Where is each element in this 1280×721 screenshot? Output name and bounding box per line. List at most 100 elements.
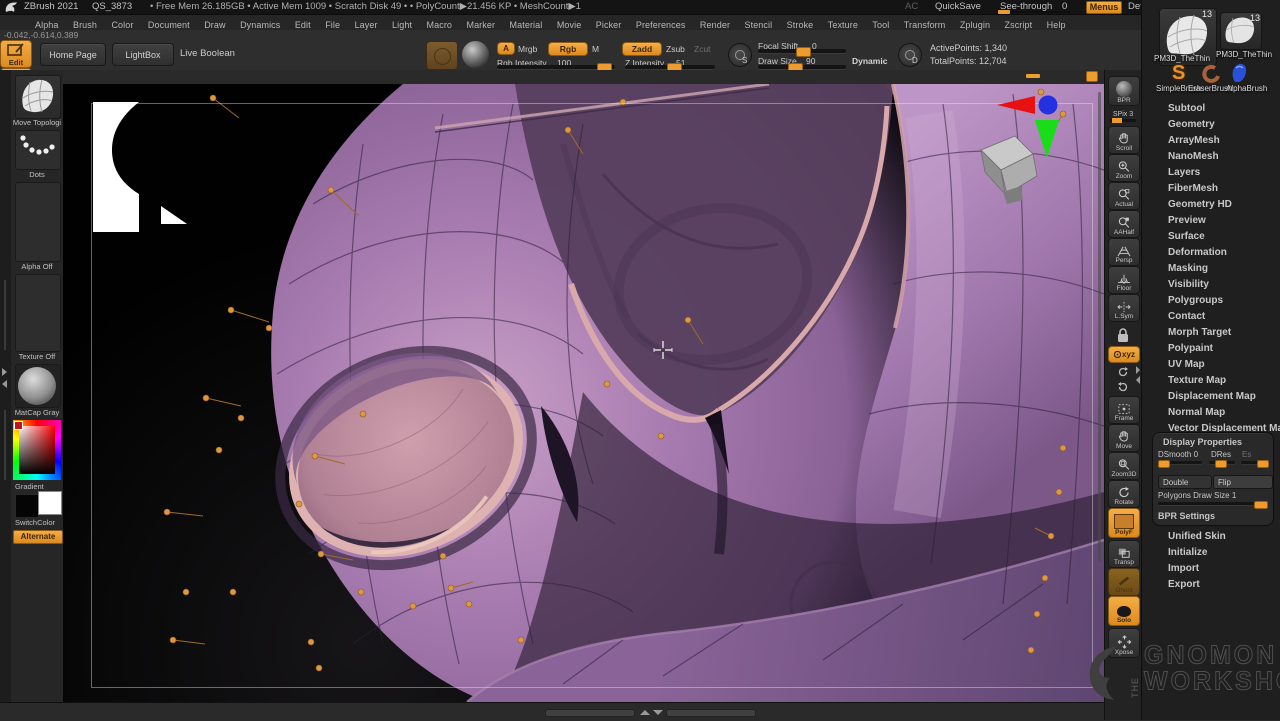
section-arraymesh[interactable]: ArrayMesh — [1168, 135, 1220, 146]
xyz-button[interactable]: xyz — [1108, 346, 1140, 363]
section-layers[interactable]: Layers — [1168, 167, 1200, 178]
dynamic-toggle[interactable]: Dynamic — [852, 56, 887, 66]
z-intensity-slider[interactable] — [625, 65, 715, 69]
section-fibermesh[interactable]: FiberMesh — [1168, 183, 1218, 194]
pds-handle[interactable] — [1254, 501, 1268, 509]
section-uv-map[interactable]: UV Map — [1168, 359, 1205, 370]
rgb-intensity-slider[interactable] — [497, 65, 615, 69]
rgb-button[interactable]: Rgb — [548, 42, 588, 56]
section-unified-skin[interactable]: Unified Skin — [1168, 531, 1226, 542]
tray-down-icon[interactable] — [653, 710, 663, 715]
section-surface[interactable]: Surface — [1168, 231, 1205, 242]
corner-orange-widget[interactable] — [1086, 71, 1098, 82]
es-handle[interactable] — [1257, 460, 1269, 468]
canvas-scrollbar-vertical[interactable] — [1098, 92, 1101, 562]
tray-up-icon[interactable] — [640, 710, 650, 715]
solo-button[interactable]: Solo — [1108, 596, 1140, 626]
simple-brush-icon[interactable]: S — [1172, 62, 1192, 84]
stroke-thumbnail[interactable] — [15, 130, 61, 170]
gizmo-z-axis-icon[interactable] — [1039, 96, 1058, 115]
section-contact[interactable]: Contact — [1168, 311, 1205, 322]
zsub-button[interactable]: Zsub — [666, 44, 685, 54]
eraser-brush-icon[interactable] — [1242, 62, 1262, 84]
quicksave-button[interactable]: QuickSave — [935, 1, 981, 12]
viewport-canvas[interactable] — [63, 84, 1104, 702]
menus-toggle-button[interactable]: Menus — [1086, 1, 1122, 14]
material-thumbnail[interactable] — [15, 364, 61, 408]
main-color-swatch[interactable] — [15, 494, 39, 518]
color-picker-square[interactable] — [19, 426, 55, 474]
zadd-button[interactable]: Zadd — [622, 42, 662, 56]
lightbox-button[interactable]: LightBox — [112, 43, 174, 66]
dsmooth-handle[interactable] — [1158, 460, 1170, 468]
shelf-divider-right-icon[interactable] — [1136, 366, 1140, 374]
section-subtool[interactable]: Subtool — [1168, 103, 1205, 114]
section-texture-map[interactable]: Texture Map — [1168, 375, 1226, 386]
section-export[interactable]: Export — [1168, 579, 1200, 590]
rotate-canvas-button[interactable]: Rotate — [1108, 480, 1140, 508]
spix-slider[interactable] — [1110, 119, 1136, 122]
section-geometry[interactable]: Geometry — [1168, 119, 1215, 130]
section-displacement-map[interactable]: Displacement Map — [1168, 391, 1256, 402]
home-page-button[interactable]: Home Page — [40, 43, 106, 66]
section-morph-target[interactable]: Morph Target — [1168, 327, 1231, 338]
spix-control[interactable]: SPix 3 — [1108, 106, 1138, 122]
aahalf-button[interactable]: AAHalf — [1108, 210, 1140, 238]
display-properties-title[interactable]: Display Properties — [1163, 437, 1242, 447]
pds-slider[interactable] — [1158, 502, 1267, 505]
tray-expand-right-icon[interactable] — [2, 368, 7, 376]
tray-collapse-left-icon[interactable] — [2, 380, 7, 388]
canvas-scrollbar-right[interactable] — [666, 709, 756, 717]
focal-ring-icon[interactable] — [728, 43, 752, 67]
spin-down-icon[interactable] — [1108, 379, 1138, 393]
actual-button[interactable]: Actual — [1108, 182, 1140, 210]
section-preview[interactable]: Preview — [1168, 215, 1206, 226]
section-masking[interactable]: Masking — [1168, 263, 1208, 274]
section-geometry-hd[interactable]: Geometry HD — [1168, 199, 1232, 210]
frame-button[interactable]: Frame — [1108, 396, 1140, 424]
floor-button[interactable]: Floor — [1108, 266, 1140, 294]
anchor-button[interactable]: A — [497, 42, 515, 55]
spix-slider-handle[interactable] — [1112, 118, 1122, 123]
flip-button[interactable]: Flip — [1213, 475, 1273, 489]
es-slider[interactable] — [1241, 461, 1267, 464]
scroll-button[interactable]: Scroll — [1108, 126, 1140, 154]
m-button[interactable]: M — [592, 44, 599, 54]
zoom-button[interactable]: Zoom — [1108, 154, 1140, 182]
zoom3d-button[interactable]: Zoom3D — [1108, 452, 1140, 480]
section-polypaint[interactable]: Polypaint — [1168, 343, 1213, 354]
material-picker[interactable] — [462, 41, 489, 68]
divider-handle-orange[interactable] — [1026, 74, 1040, 78]
texture-thumbnail[interactable] — [15, 274, 61, 352]
section-nanomesh[interactable]: NanoMesh — [1168, 151, 1219, 162]
edit-mode-button[interactable]: Edit — [0, 40, 32, 68]
bpr-button[interactable]: BPR — [1108, 76, 1140, 106]
section-deformation[interactable]: Deformation — [1168, 247, 1227, 258]
color-picker[interactable] — [13, 420, 61, 480]
persp-button[interactable]: Persp — [1108, 238, 1140, 266]
transp-button[interactable]: Transp — [1108, 540, 1140, 568]
section-initialize[interactable]: Initialize — [1168, 547, 1207, 558]
current-brush-thumbnail[interactable] — [15, 75, 61, 119]
density-ring-icon[interactable] — [898, 43, 922, 67]
polyframe-button[interactable]: PolyF — [1108, 508, 1140, 538]
mrgb-button[interactable]: Mrgb — [518, 44, 537, 54]
local-pivot-button[interactable] — [1108, 322, 1138, 344]
dres-handle[interactable] — [1215, 460, 1227, 468]
stroke-picker[interactable] — [426, 41, 458, 70]
eraser-brush-curl-icon[interactable] — [1200, 62, 1220, 84]
see-through-slider[interactable] — [998, 11, 1070, 13]
dres-slider[interactable] — [1209, 461, 1235, 464]
shelf-divider-left-icon[interactable] — [1136, 376, 1140, 384]
section-polygroups[interactable]: Polygroups — [1168, 295, 1223, 306]
bpr-settings-section[interactable]: BPR Settings — [1158, 511, 1215, 521]
alpha-thumbnail[interactable] — [15, 182, 61, 262]
alternate-button[interactable]: Alternate — [13, 530, 63, 544]
secondary-color-swatch[interactable] — [38, 491, 62, 515]
ghost-button[interactable]: Ghost — [1108, 568, 1140, 596]
dsmooth-slider[interactable] — [1158, 461, 1202, 464]
focal-shift-slider[interactable] — [758, 49, 846, 53]
draw-size-slider[interactable] — [758, 65, 846, 69]
section-normal-map[interactable]: Normal Map — [1168, 407, 1225, 418]
lsym-button[interactable]: L.Sym — [1108, 294, 1140, 322]
